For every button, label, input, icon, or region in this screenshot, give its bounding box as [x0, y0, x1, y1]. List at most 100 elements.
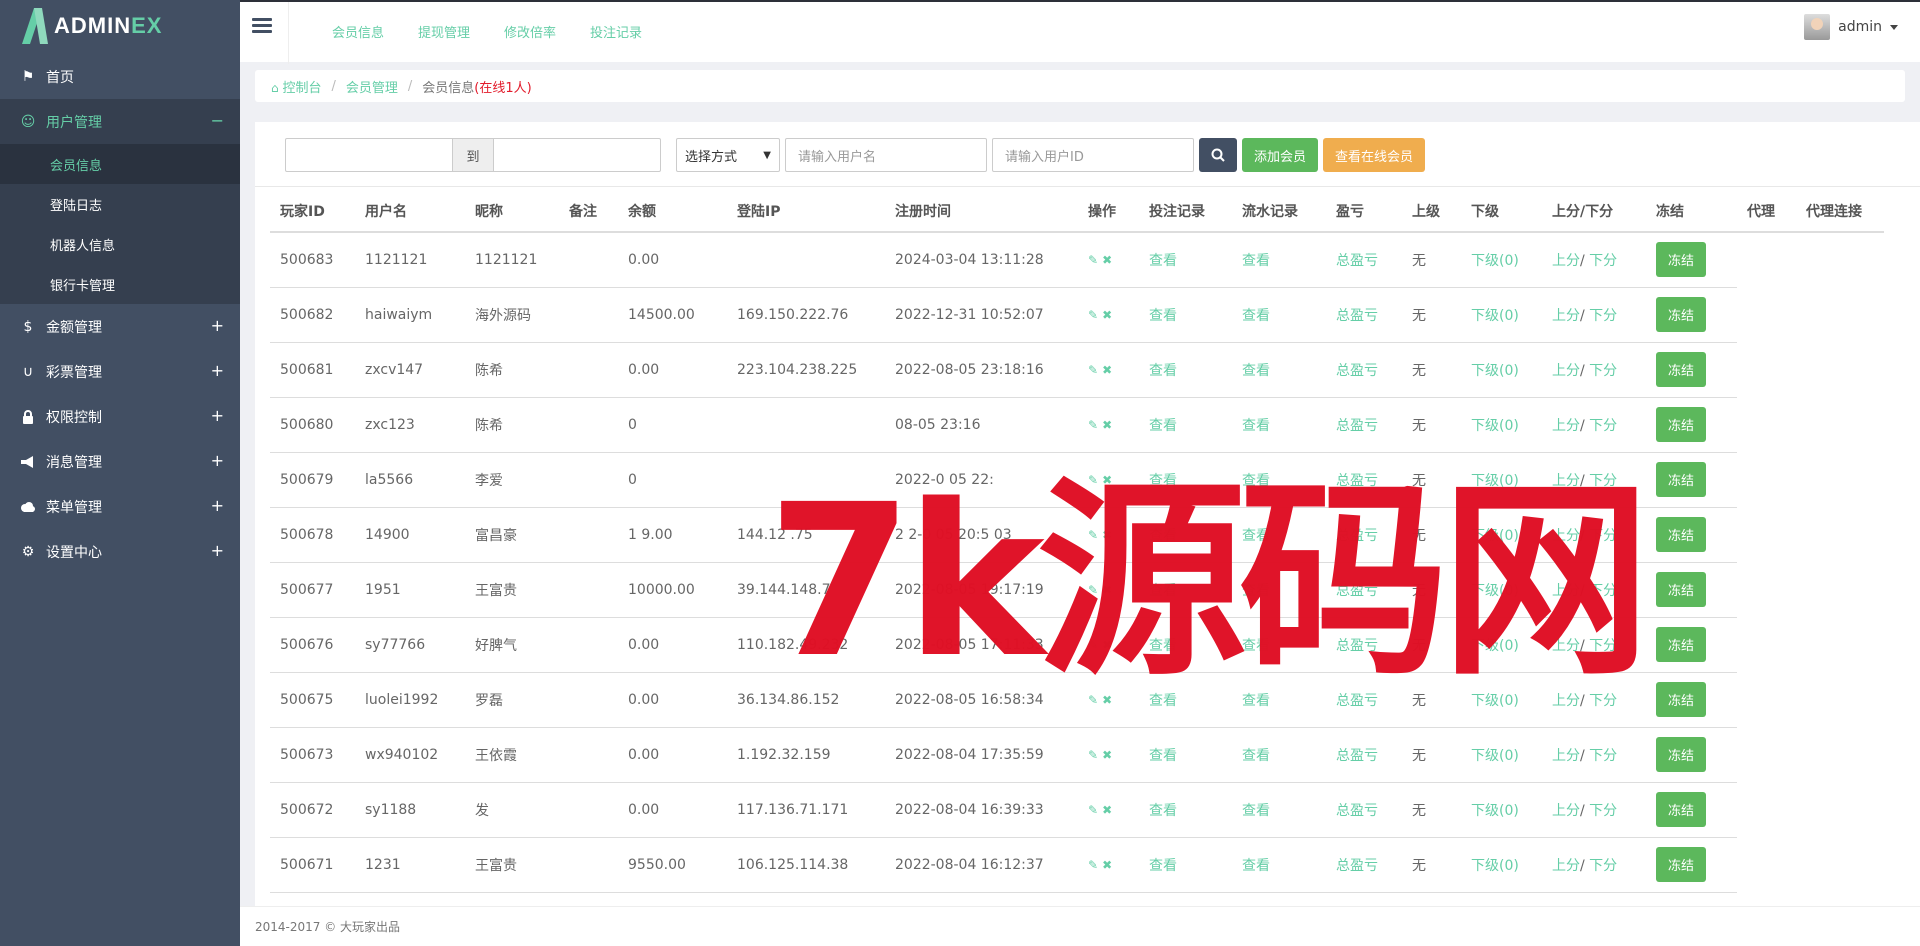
search-button[interactable] — [1199, 138, 1237, 172]
add-score-link[interactable]: 上分 — [1552, 418, 1580, 434]
expand-icon[interactable]: + — [211, 406, 224, 425]
freeze-button[interactable]: 冻结 — [1656, 737, 1707, 772]
sub-score-link[interactable]: 下分 — [1589, 473, 1617, 489]
subordinates-link[interactable]: 下级(0) — [1461, 562, 1542, 618]
flow-records-link[interactable]: 查看 — [1232, 837, 1326, 893]
pnl-link[interactable]: 总盈亏 — [1326, 672, 1402, 728]
bet-records-link[interactable]: 查看 — [1139, 452, 1232, 508]
delete-icon[interactable]: ✖ — [1102, 858, 1112, 872]
breadcrumb-home[interactable]: ⌂ 控制台 — [271, 77, 321, 96]
subordinates-link[interactable]: 下级(0) — [1461, 507, 1542, 563]
expand-icon[interactable]: + — [211, 361, 224, 380]
freeze-button[interactable]: 冻结 — [1656, 462, 1707, 497]
subordinates-link[interactable]: 下级(0) — [1461, 232, 1542, 288]
freeze-button[interactable]: 冻结 — [1656, 627, 1707, 662]
sub-score-link[interactable]: 下分 — [1589, 693, 1617, 709]
add-member-button[interactable]: 添加会员 — [1242, 138, 1319, 172]
method-select[interactable]: 选择方式 ▼ — [676, 138, 780, 172]
flow-records-link[interactable]: 查看 — [1232, 562, 1326, 618]
subordinates-link[interactable]: 下级(0) — [1461, 672, 1542, 728]
bet-records-link[interactable]: 查看 — [1139, 837, 1232, 893]
delete-icon[interactable]: ✖ — [1102, 418, 1112, 432]
expand-icon[interactable]: + — [211, 316, 224, 335]
flow-records-link[interactable]: 查看 — [1232, 507, 1326, 563]
add-score-link[interactable]: 上分 — [1552, 528, 1580, 544]
edit-icon[interactable]: ✎ — [1088, 473, 1098, 487]
pnl-link[interactable]: 总盈亏 — [1326, 837, 1402, 893]
flow-records-link[interactable]: 查看 — [1232, 782, 1326, 838]
sidebar-subitem-robot-info[interactable]: 机器人信息 — [0, 224, 240, 264]
freeze-button[interactable]: 冻结 — [1656, 792, 1707, 827]
pnl-link[interactable]: 总盈亏 — [1326, 397, 1402, 453]
delete-icon[interactable]: ✖ — [1102, 253, 1112, 267]
sub-score-link[interactable]: 下分 — [1589, 253, 1617, 269]
sub-score-link[interactable]: 下分 — [1589, 528, 1617, 544]
pnl-link[interactable]: 总盈亏 — [1326, 782, 1402, 838]
logo[interactable]: ADMINEX — [0, 0, 240, 52]
delete-icon[interactable]: ✖ — [1102, 803, 1112, 817]
collapse-icon[interactable]: − — [211, 111, 224, 130]
delete-icon[interactable]: ✖ — [1102, 473, 1112, 487]
bet-records-link[interactable]: 查看 — [1139, 727, 1232, 783]
sub-score-link[interactable]: 下分 — [1589, 583, 1617, 599]
bet-records-link[interactable]: 查看 — [1139, 672, 1232, 728]
freeze-button[interactable]: 冻结 — [1656, 517, 1707, 552]
sidebar-item-messages[interactable]: 消息管理 + — [0, 439, 240, 484]
edit-icon[interactable]: ✎ — [1088, 418, 1098, 432]
add-score-link[interactable]: 上分 — [1552, 583, 1580, 599]
sub-score-link[interactable]: 下分 — [1589, 858, 1617, 874]
subordinates-link[interactable]: 下级(0) — [1461, 287, 1542, 343]
expand-icon[interactable]: + — [211, 496, 224, 515]
sub-score-link[interactable]: 下分 — [1589, 308, 1617, 324]
pnl-link[interactable]: 总盈亏 — [1326, 287, 1402, 343]
edit-icon[interactable]: ✎ — [1088, 693, 1098, 707]
freeze-button[interactable]: 冻结 — [1656, 407, 1707, 442]
delete-icon[interactable]: ✖ — [1102, 748, 1112, 762]
sub-score-link[interactable]: 下分 — [1589, 748, 1617, 764]
sub-score-link[interactable]: 下分 — [1589, 363, 1617, 379]
subordinates-link[interactable]: 下级(0) — [1461, 837, 1542, 893]
add-score-link[interactable]: 上分 — [1552, 693, 1580, 709]
sidebar-subitem-member-info[interactable]: 会员信息 — [0, 144, 240, 184]
edit-icon[interactable]: ✎ — [1088, 583, 1098, 597]
sidebar-item-menus[interactable]: 菜单管理 + — [0, 484, 240, 529]
username-input[interactable]: 请输入用户名 — [785, 138, 987, 172]
add-score-link[interactable]: 上分 — [1552, 858, 1580, 874]
pnl-link[interactable]: 总盈亏 — [1326, 452, 1402, 508]
pnl-link[interactable]: 总盈亏 — [1326, 617, 1402, 673]
bet-records-link[interactable]: 查看 — [1139, 287, 1232, 343]
pnl-link[interactable]: 总盈亏 — [1326, 232, 1402, 288]
sidebar-subitem-login-log[interactable]: 登陆日志 — [0, 184, 240, 224]
sidebar-item-settings[interactable]: ⚙ 设置中心 + — [0, 529, 240, 574]
flow-records-link[interactable]: 查看 — [1232, 727, 1326, 783]
end-date-input[interactable] — [493, 138, 661, 172]
edit-icon[interactable]: ✎ — [1088, 308, 1098, 322]
bet-records-link[interactable]: 查看 — [1139, 342, 1232, 398]
bet-records-link[interactable]: 查看 — [1139, 507, 1232, 563]
flow-records-link[interactable]: 查看 — [1232, 617, 1326, 673]
edit-icon[interactable]: ✎ — [1088, 528, 1098, 542]
add-score-link[interactable]: 上分 — [1552, 748, 1580, 764]
topnav-bet-records[interactable]: 投注记录 — [590, 22, 642, 41]
add-score-link[interactable]: 上分 — [1552, 363, 1580, 379]
edit-icon[interactable]: ✎ — [1088, 748, 1098, 762]
pnl-link[interactable]: 总盈亏 — [1326, 727, 1402, 783]
sidebar-item-permissions[interactable]: 权限控制 + — [0, 394, 240, 439]
topnav-member-info[interactable]: 会员信息 — [332, 22, 384, 41]
user-menu[interactable]: admin — [1804, 14, 1898, 40]
pnl-link[interactable]: 总盈亏 — [1326, 562, 1402, 618]
bet-records-link[interactable]: 查看 — [1139, 397, 1232, 453]
add-score-link[interactable]: 上分 — [1552, 803, 1580, 819]
freeze-button[interactable]: 冻结 — [1656, 352, 1707, 387]
freeze-button[interactable]: 冻结 — [1656, 242, 1707, 278]
topnav-odds[interactable]: 修改倍率 — [504, 22, 556, 41]
expand-icon[interactable]: + — [211, 451, 224, 470]
subordinates-link[interactable]: 下级(0) — [1461, 617, 1542, 673]
flow-records-link[interactable]: 查看 — [1232, 672, 1326, 728]
flow-records-link[interactable]: 查看 — [1232, 452, 1326, 508]
edit-icon[interactable]: ✎ — [1088, 638, 1098, 652]
subordinates-link[interactable]: 下级(0) — [1461, 727, 1542, 783]
flow-records-link[interactable]: 查看 — [1232, 397, 1326, 453]
add-score-link[interactable]: 上分 — [1552, 638, 1580, 654]
userid-input[interactable]: 请输入用户ID — [992, 138, 1194, 172]
